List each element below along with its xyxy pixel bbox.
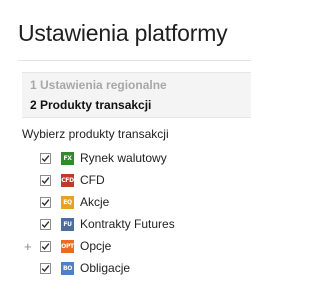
cfd-icon: CFD xyxy=(61,174,74,187)
step-regional-settings[interactable]: 1 Ustawienia regionalne xyxy=(30,78,167,92)
product-label: Rynek walutowy xyxy=(80,151,167,165)
product-row-futures[interactable]: FU Kontrakty Futures xyxy=(0,215,251,237)
wizard-steps: 1 Ustawienia regionalne 2 Produkty trans… xyxy=(22,72,251,118)
section-label: Wybierz produkty transakcji xyxy=(22,127,169,141)
product-checkbox[interactable] xyxy=(40,219,51,230)
product-checkbox[interactable] xyxy=(40,197,51,208)
product-checkbox[interactable] xyxy=(40,241,51,252)
product-checkbox[interactable] xyxy=(40,153,51,164)
checkmark-icon xyxy=(41,177,50,185)
product-label: Obligacje xyxy=(80,261,131,275)
checkmark-icon xyxy=(41,221,50,229)
product-row-fx[interactable]: FX Rynek walutowy xyxy=(0,149,251,171)
checkmark-icon xyxy=(41,243,50,251)
bo-icon: BO xyxy=(61,262,74,275)
page-title: Ustawienia platformy xyxy=(18,20,228,46)
product-label: Akcje xyxy=(80,195,110,209)
checkmark-icon xyxy=(41,199,50,207)
eq-icon: EQ xyxy=(61,196,74,209)
opt-icon: OPT xyxy=(61,240,74,253)
product-row-cfd[interactable]: CFD CFD xyxy=(0,171,251,193)
expand-plus-icon[interactable]: + xyxy=(24,239,32,254)
product-label: CFD xyxy=(80,173,105,187)
title-divider xyxy=(18,60,251,61)
product-row-options[interactable]: + OPT Opcje xyxy=(0,237,251,259)
product-label: Kontrakty Futures xyxy=(80,217,175,231)
product-row-equities[interactable]: EQ Akcje xyxy=(0,193,251,215)
product-checkbox[interactable] xyxy=(40,263,51,274)
step-trading-products[interactable]: 2 Produkty transakcji xyxy=(30,98,151,112)
checkmark-icon xyxy=(41,155,50,163)
product-checkbox[interactable] xyxy=(40,175,51,186)
product-label: Opcje xyxy=(80,239,112,253)
checkmark-icon xyxy=(41,265,50,273)
fu-icon: FU xyxy=(61,218,74,231)
fx-icon: FX xyxy=(61,152,74,165)
product-row-bonds[interactable]: BO Obligacje xyxy=(0,259,251,281)
